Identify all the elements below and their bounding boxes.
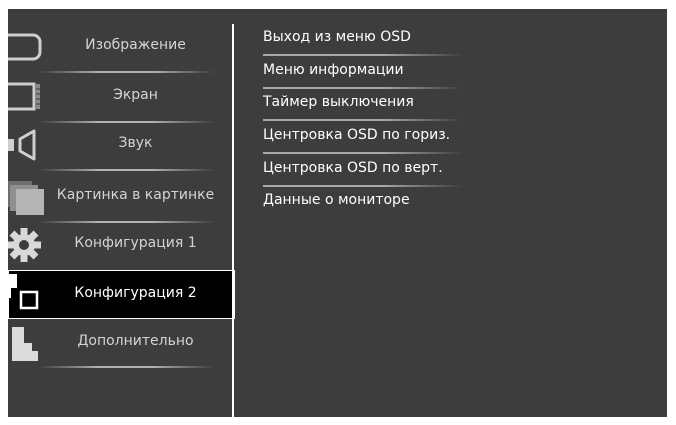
submenu-item-label: Выход из меню OSD (263, 29, 411, 45)
submenu-item-label: Меню информации (263, 62, 404, 78)
menu-item-label: Звук (118, 135, 153, 151)
submenu-separator (263, 54, 463, 56)
osd-window: Изображение Экран Звук Картинка в картин… (8, 9, 667, 417)
menu-item-label: Конфигурация 1 (74, 235, 197, 251)
submenu-separator (263, 152, 463, 154)
menu-item-label: Конфигурация 2 (74, 285, 197, 301)
submenu-item-exit-osd[interactable]: Выход из меню OSD (263, 24, 478, 56)
menu-item-screen[interactable]: Экран (8, 73, 235, 121)
menu-item-config2[interactable]: Конфигурация 2 (8, 270, 235, 319)
submenu-item-label: Таймер выключения (263, 94, 414, 110)
menu-item-advanced[interactable]: Дополнительно (8, 319, 235, 367)
menu-separator (38, 169, 214, 171)
menu-item-label: Экран (113, 87, 158, 103)
menu-item-picture[interactable]: Изображение (8, 23, 235, 71)
menu-item-label: Картинка в картинке (56, 187, 215, 203)
menu-item-pip[interactable]: Картинка в картинке (8, 173, 235, 221)
submenu-item-osd-v-position[interactable]: Центровка OSD по верт. (263, 155, 478, 187)
submenu-item-off-timer[interactable]: Таймер выключения (263, 89, 478, 121)
submenu-item-label: Данные о мониторе (263, 192, 410, 208)
submenu-item-label: Центровка OSD по верт. (263, 160, 443, 176)
menu-divider (232, 24, 234, 417)
menu-item-label: Дополнительно (77, 333, 194, 349)
submenu-item-osd-h-position[interactable]: Центровка OSD по гориз. (263, 122, 478, 154)
submenu-item-info-menu[interactable]: Меню информации (263, 57, 478, 89)
submenu-item-label: Центровка OSD по гориз. (263, 127, 451, 143)
menu-separator (38, 366, 214, 368)
submenu-item-monitor-info[interactable]: Данные о мониторе (263, 187, 478, 219)
menu-item-sound[interactable]: Звук (8, 121, 235, 169)
submenu-separator (263, 119, 463, 121)
menu-item-label: Изображение (85, 37, 186, 53)
menu-item-config1[interactable]: Конфигурация 1 (8, 221, 235, 269)
